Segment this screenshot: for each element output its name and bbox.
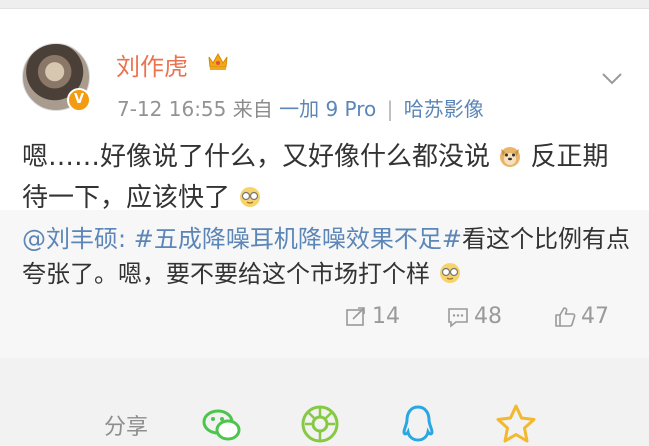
repost-text: @刘丰硕: #五成降噪耳机降噪效果不足#看这个比例有点夸张了。嗯，要不要给这个市… — [22, 222, 634, 292]
post-text-part1: 嗯……好像说了什么，又好像什么都没说 — [22, 142, 491, 172]
doge-emoji-icon — [500, 147, 521, 167]
hashtag-link[interactable]: #五成降噪耳机降噪效果不足# — [134, 225, 462, 253]
more-options-chevron-down-icon[interactable] — [598, 64, 626, 92]
user-avatar[interactable]: V — [22, 43, 91, 112]
action-bar: 14 48 47 — [0, 304, 649, 334]
share-label: 分享 — [104, 415, 149, 440]
source-divider: | — [386, 97, 394, 121]
like-icon — [555, 306, 576, 327]
vip-crown-icon — [208, 52, 228, 70]
like-button[interactable]: 47 — [553, 304, 609, 329]
favorite-star-icon[interactable] — [494, 402, 538, 446]
moments-icon[interactable] — [298, 402, 342, 446]
comment-count: 48 — [474, 304, 502, 329]
weibo-post-card: V 刘作虎 7-12 16:55 来自 一加 9 Pro | 哈苏影像 嗯……好… — [0, 9, 649, 213]
post-meta: 7-12 16:55 来自 一加 9 Pro | 哈苏影像 — [117, 93, 484, 122]
post-text: 嗯……好像说了什么，又好像什么都没说 反正期待一下，应该快了 — [22, 137, 634, 219]
post-time: 7-12 16:55 — [117, 97, 227, 121]
repost-icon — [346, 306, 365, 326]
device-link[interactable]: 一加 9 Pro — [279, 97, 376, 121]
comment-button[interactable]: 48 — [446, 304, 502, 329]
like-count: 47 — [581, 304, 609, 329]
verified-badge-icon: V — [67, 88, 91, 112]
mention-link[interactable]: @刘丰硕 — [22, 225, 118, 253]
repost-button[interactable]: 14 — [344, 304, 400, 329]
mention-colon: : — [118, 225, 127, 253]
app-link[interactable]: 哈苏影像 — [404, 97, 484, 121]
wechat-icon[interactable] — [200, 402, 244, 446]
glasses-emoji-icon — [439, 263, 460, 283]
comment-icon — [448, 307, 468, 328]
glasses-emoji-icon — [240, 187, 261, 207]
repost-block[interactable]: @刘丰硕: #五成降噪耳机降噪效果不足#看这个比例有点夸张了。嗯，要不要给这个市… — [0, 210, 649, 358]
source-prefix: 来自 — [232, 97, 273, 121]
top-separator — [0, 0, 649, 9]
repost-count: 14 — [372, 304, 400, 329]
share-bar: 分享 — [0, 378, 649, 443]
qq-icon[interactable] — [396, 402, 440, 446]
username[interactable]: 刘作虎 — [116, 47, 188, 82]
